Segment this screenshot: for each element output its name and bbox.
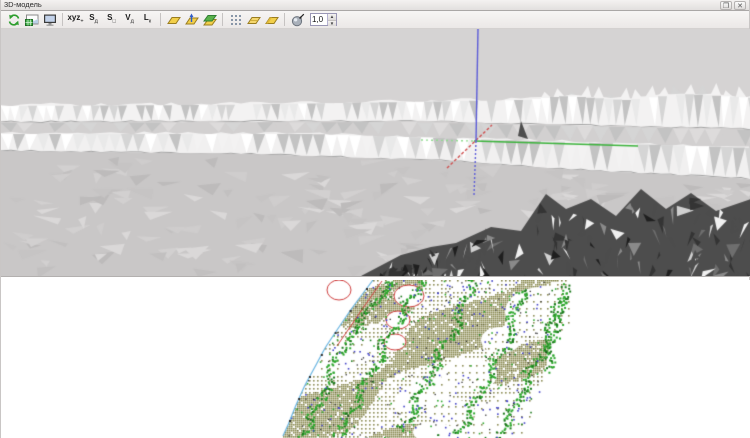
coords-xyz-label: xyz+: [67, 14, 83, 26]
refresh-icon: [7, 13, 21, 27]
title-bar[interactable]: 3D-модель ❐ ✕: [1, 0, 749, 11]
surface-arrow-icon: [185, 13, 199, 27]
volume-d-label: Vд: [125, 14, 134, 26]
viewport-3d[interactable]: [1, 29, 749, 276]
survey-map-canvas[interactable]: [1, 280, 750, 438]
length-k-label: Lк: [144, 14, 151, 26]
terrain-canvas[interactable]: [1, 29, 750, 276]
scale-input[interactable]: [311, 14, 327, 25]
volume-d-button[interactable]: Vд: [121, 12, 138, 28]
app-window: 3D-модель ❐ ✕: [0, 0, 750, 438]
toolbar-separator: [222, 13, 223, 26]
display-icon: [43, 13, 57, 27]
coords-xyz-button[interactable]: xyz+: [67, 12, 84, 28]
toolbar: xyz+ Sд S□ Vд Lк: [1, 11, 749, 29]
toolbar-separator: [284, 13, 285, 26]
toolbar-separator: [160, 13, 161, 26]
toolbar-separator: [62, 13, 63, 26]
refresh-button[interactable]: [5, 12, 22, 28]
scale-down-button[interactable]: ▼: [328, 21, 336, 27]
sphere-icon: [291, 13, 305, 27]
plane-b-button[interactable]: [263, 12, 280, 28]
points-grid-button[interactable]: [227, 12, 244, 28]
surface-icon: [167, 13, 181, 27]
scale-spinner-arrows: ▲ ▼: [327, 14, 336, 25]
map-2d[interactable]: [1, 280, 749, 438]
area-plan-label: S□: [107, 14, 116, 26]
surface-stack-button[interactable]: [201, 12, 218, 28]
area-d-label: Sд: [89, 14, 98, 26]
window-title: 3D-модель: [4, 0, 718, 10]
surface-stack-icon: [203, 13, 217, 27]
surface-arrow-button[interactable]: [183, 12, 200, 28]
display-button[interactable]: [41, 12, 58, 28]
restore-button[interactable]: ❐: [720, 1, 732, 10]
sphere-button[interactable]: [289, 12, 306, 28]
plane-a-button[interactable]: [245, 12, 262, 28]
close-button[interactable]: ✕: [734, 1, 746, 10]
area-d-button[interactable]: Sд: [85, 12, 102, 28]
snapshot-icon: [25, 13, 39, 27]
plane-a-icon: [247, 13, 261, 27]
surface-button[interactable]: [165, 12, 182, 28]
snapshot-button[interactable]: [23, 12, 40, 28]
scale-spinner: ▲ ▼: [310, 13, 337, 26]
length-k-button[interactable]: Lк: [139, 12, 156, 28]
area-plan-button[interactable]: S□: [103, 12, 120, 28]
plane-b-icon: [265, 13, 279, 27]
points-grid-icon: [229, 13, 243, 27]
